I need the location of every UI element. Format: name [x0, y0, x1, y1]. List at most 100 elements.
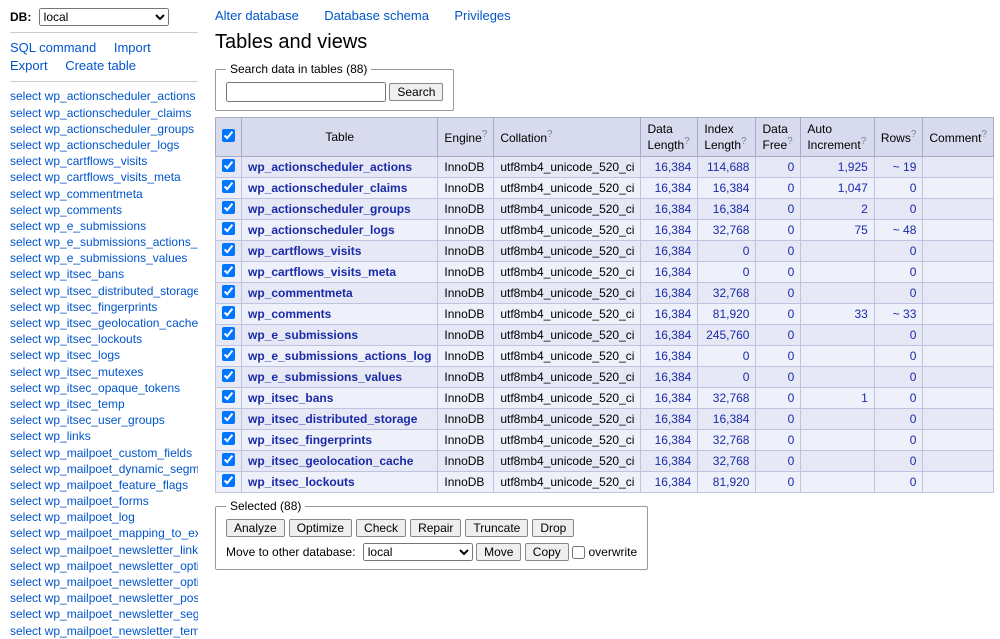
sidebar-table-link[interactable]: select wp_itsec_logs	[10, 347, 198, 363]
drop-button[interactable]: Drop	[532, 519, 574, 537]
sidebar-table-link[interactable]: select wp_mailpoet_feature_flags	[10, 477, 198, 493]
sidebar-table-link[interactable]: select wp_mailpoet_newsletter_link	[10, 542, 198, 558]
sidebar-table-link[interactable]: select wp_e_submissions_values	[10, 250, 198, 266]
row-checkbox[interactable]	[222, 453, 235, 466]
help-icon[interactable]: ?	[741, 136, 747, 147]
table-name-link[interactable]: wp_itsec_lockouts	[248, 475, 355, 489]
col-engine[interactable]: Engine	[444, 131, 481, 145]
col-collation[interactable]: Collation	[500, 131, 547, 145]
col-comment[interactable]: Comment	[929, 131, 981, 145]
table-name-link[interactable]: wp_itsec_geolocation_cache	[248, 454, 413, 468]
row-checkbox[interactable]	[222, 201, 235, 214]
sidebar-table-link[interactable]: select wp_mailpoet_mapping_to_ex	[10, 525, 198, 541]
row-checkbox[interactable]	[222, 180, 235, 193]
sidebar-table-link[interactable]: select wp_actionscheduler_logs	[10, 137, 198, 153]
row-checkbox[interactable]	[222, 390, 235, 403]
sidebar-table-link[interactable]: select wp_itsec_mutexes	[10, 364, 198, 380]
sidebar-table-link[interactable]: select wp_itsec_fingerprints	[10, 299, 198, 315]
table-name-link[interactable]: wp_itsec_bans	[248, 391, 333, 405]
sidebar-table-link[interactable]: select wp_itsec_user_groups	[10, 412, 198, 428]
overwrite-checkbox[interactable]	[572, 546, 585, 559]
sidebar-table-link[interactable]: select wp_itsec_lockouts	[10, 331, 198, 347]
search-button[interactable]: Search	[389, 83, 443, 101]
sql-command-link[interactable]: SQL command	[10, 39, 96, 57]
table-name-link[interactable]: wp_commentmeta	[248, 286, 353, 300]
sidebar-table-link[interactable]: select wp_actionscheduler_actions	[10, 88, 198, 104]
sidebar-table-link[interactable]: select wp_itsec_temp	[10, 396, 198, 412]
optimize-button[interactable]: Optimize	[289, 519, 352, 537]
sidebar-table-link[interactable]: select wp_actionscheduler_groups	[10, 121, 198, 137]
sidebar-table-link[interactable]: select wp_itsec_opaque_tokens	[10, 380, 198, 396]
copy-button[interactable]: Copy	[525, 543, 569, 561]
row-checkbox[interactable]	[222, 411, 235, 424]
sidebar-table-link[interactable]: select wp_commentmeta	[10, 186, 198, 202]
sidebar-table-link[interactable]: select wp_itsec_distributed_storage	[10, 283, 198, 299]
sidebar-table-link[interactable]: select wp_cartflows_visits_meta	[10, 169, 198, 185]
repair-button[interactable]: Repair	[410, 519, 461, 537]
import-link[interactable]: Import	[114, 39, 151, 57]
sidebar-table-link[interactable]: select wp_mailpoet_custom_fields	[10, 445, 198, 461]
export-link[interactable]: Export	[10, 57, 48, 75]
database-schema-link[interactable]: Database schema	[324, 8, 429, 23]
col-data-free[interactable]: Data Free	[762, 122, 787, 152]
col-index-length[interactable]: Index Length	[704, 122, 741, 152]
sidebar-table-link[interactable]: select wp_e_submissions_actions_lo	[10, 234, 198, 250]
row-checkbox[interactable]	[222, 285, 235, 298]
help-icon[interactable]: ?	[911, 129, 917, 140]
sidebar-table-link[interactable]: select wp_cartflows_visits	[10, 153, 198, 169]
sidebar-table-link[interactable]: select wp_links	[10, 428, 198, 444]
table-name-link[interactable]: wp_itsec_fingerprints	[248, 433, 372, 447]
sidebar-table-link[interactable]: select wp_mailpoet_log	[10, 509, 198, 525]
row-checkbox[interactable]	[222, 159, 235, 172]
sidebar-table-link[interactable]: select wp_e_submissions	[10, 218, 198, 234]
table-name-link[interactable]: wp_itsec_distributed_storage	[248, 412, 417, 426]
sidebar-table-link[interactable]: select wp_itsec_geolocation_cache	[10, 315, 198, 331]
table-name-link[interactable]: wp_actionscheduler_logs	[248, 223, 395, 237]
col-table[interactable]: Table	[325, 130, 354, 144]
col-auto-inc[interactable]: Auto Increment	[807, 122, 860, 152]
sidebar-table-link[interactable]: select wp_mailpoet_newsletter_opti	[10, 558, 198, 574]
sidebar-table-link[interactable]: select wp_mailpoet_newsletter_seg	[10, 606, 198, 622]
sidebar-table-link[interactable]: select wp_mailpoet_dynamic_segme	[10, 461, 198, 477]
db-select[interactable]: local	[39, 8, 169, 26]
row-checkbox[interactable]	[222, 243, 235, 256]
sidebar-table-link[interactable]: select wp_actionscheduler_claims	[10, 105, 198, 121]
sidebar-table-link[interactable]: select wp_comments	[10, 202, 198, 218]
create-table-link[interactable]: Create table	[65, 57, 136, 75]
sidebar-table-link[interactable]: select wp_mailpoet_newsletter_opti	[10, 574, 198, 590]
sidebar-table-link[interactable]: select wp_mailpoet_newsletter_pos	[10, 590, 198, 606]
table-name-link[interactable]: wp_actionscheduler_groups	[248, 202, 411, 216]
row-checkbox[interactable]	[222, 432, 235, 445]
row-checkbox[interactable]	[222, 348, 235, 361]
analyze-button[interactable]: Analyze	[226, 519, 285, 537]
help-icon[interactable]: ?	[787, 136, 793, 147]
select-all-checkbox[interactable]	[222, 129, 235, 142]
truncate-button[interactable]: Truncate	[465, 519, 528, 537]
search-input[interactable]	[226, 82, 386, 102]
help-icon[interactable]: ?	[684, 136, 690, 147]
row-checkbox[interactable]	[222, 264, 235, 277]
table-name-link[interactable]: wp_e_submissions_actions_log	[248, 349, 431, 363]
move-db-select[interactable]: local	[363, 543, 473, 561]
row-checkbox[interactable]	[222, 327, 235, 340]
table-name-link[interactable]: wp_cartflows_visits_meta	[248, 265, 396, 279]
help-icon[interactable]: ?	[482, 129, 488, 140]
sidebar-table-link[interactable]: select wp_itsec_bans	[10, 266, 198, 282]
table-name-link[interactable]: wp_actionscheduler_actions	[248, 160, 412, 174]
table-name-link[interactable]: wp_comments	[248, 307, 331, 321]
help-icon[interactable]: ?	[861, 136, 867, 147]
sidebar-table-link[interactable]: select wp_mailpoet_forms	[10, 493, 198, 509]
table-name-link[interactable]: wp_e_submissions_values	[248, 370, 402, 384]
table-name-link[interactable]: wp_actionscheduler_claims	[248, 181, 407, 195]
row-checkbox[interactable]	[222, 222, 235, 235]
table-name-link[interactable]: wp_cartflows_visits	[248, 244, 361, 258]
row-checkbox[interactable]	[222, 306, 235, 319]
col-rows[interactable]: Rows	[881, 131, 911, 145]
col-data-length[interactable]: Data Length	[647, 122, 684, 152]
alter-database-link[interactable]: Alter database	[215, 8, 299, 23]
table-name-link[interactable]: wp_e_submissions	[248, 328, 358, 342]
privileges-link[interactable]: Privileges	[454, 8, 510, 23]
help-icon[interactable]: ?	[547, 129, 553, 140]
move-button[interactable]: Move	[476, 543, 521, 561]
row-checkbox[interactable]	[222, 369, 235, 382]
